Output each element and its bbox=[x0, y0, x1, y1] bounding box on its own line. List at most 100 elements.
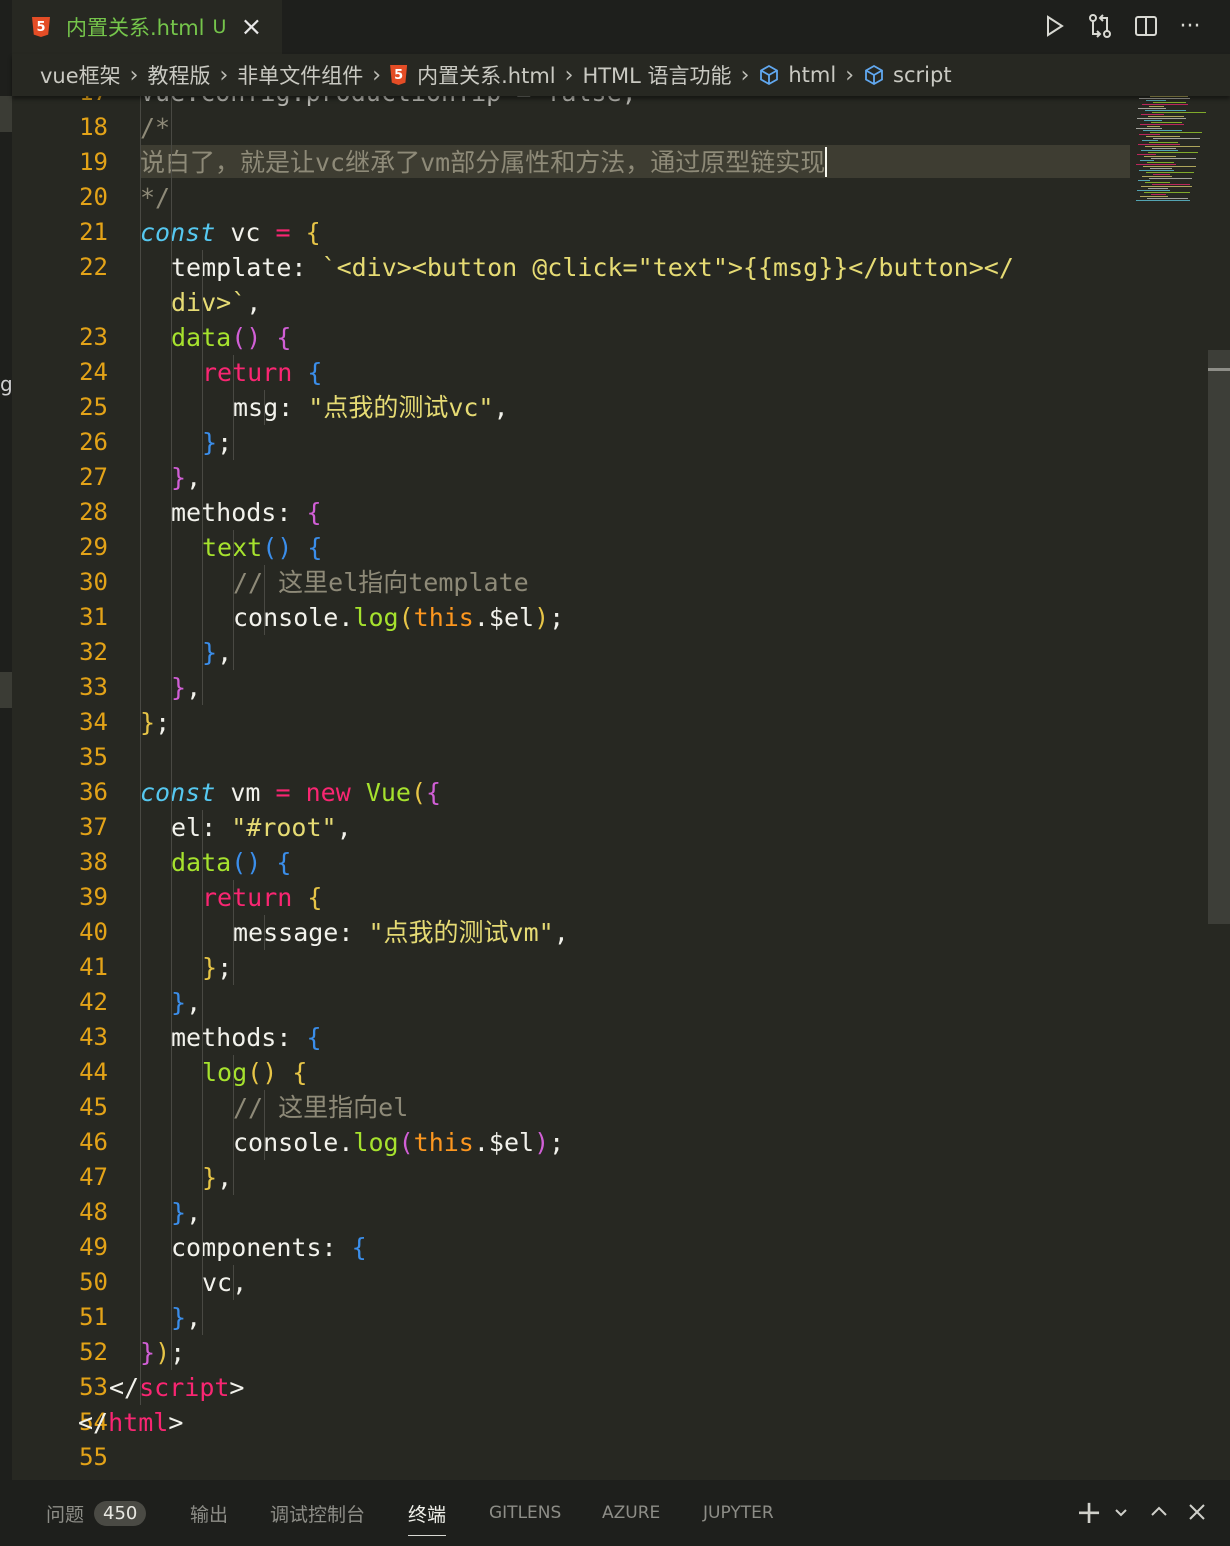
code-text: return { bbox=[202, 355, 322, 390]
breadcrumb-item[interactable]: 教程版 bbox=[147, 60, 210, 90]
code-line: 40 message: "点我的测试vm", bbox=[12, 915, 1208, 950]
html5-icon: 5 bbox=[390, 65, 408, 85]
activity-glyph: g bbox=[0, 372, 13, 396]
indent-guide bbox=[171, 1265, 172, 1300]
tab-gitlens[interactable]: GITLENS bbox=[489, 1480, 561, 1546]
code-token: () bbox=[231, 323, 262, 352]
indent-guide bbox=[140, 775, 141, 810]
indent-guide bbox=[233, 950, 234, 985]
minimap-line bbox=[1149, 106, 1164, 107]
code-line: 42}, bbox=[12, 985, 1208, 1020]
code-line: 18 /* bbox=[12, 110, 1208, 145]
code-text: msg: "点我的测试vc", bbox=[233, 390, 509, 425]
breadcrumb-item[interactable]: html bbox=[788, 63, 836, 87]
activity-highlight bbox=[0, 96, 12, 132]
line-number: 30 bbox=[79, 568, 108, 596]
line-number: 53 bbox=[79, 1373, 108, 1401]
run-icon[interactable] bbox=[1038, 10, 1070, 42]
code-line: 51}, bbox=[12, 1300, 1208, 1335]
breadcrumb-item[interactable]: 非单文件组件 bbox=[237, 60, 363, 90]
code-token: methods: bbox=[171, 498, 307, 527]
indent-guide bbox=[171, 810, 172, 845]
code-token: components: bbox=[171, 1233, 352, 1262]
indent-guide bbox=[202, 565, 203, 600]
minimap-line bbox=[1139, 170, 1174, 171]
chevron-right-icon: › bbox=[564, 62, 574, 88]
code-text: }, bbox=[171, 1195, 201, 1230]
close-icon[interactable]: × bbox=[240, 14, 262, 40]
scrollbar-thumb[interactable] bbox=[1208, 350, 1230, 924]
minimap-line bbox=[1142, 140, 1158, 141]
code-token: return bbox=[202, 883, 293, 912]
minimap-line bbox=[1137, 154, 1156, 155]
indent-guide bbox=[233, 1265, 234, 1300]
indent-guide bbox=[140, 390, 141, 425]
indent-guide bbox=[140, 215, 141, 250]
indent-guide bbox=[202, 1230, 203, 1265]
tab-problems[interactable]: 问题 450 bbox=[46, 1480, 147, 1546]
tab-jupyter[interactable]: JUPYTER bbox=[703, 1480, 774, 1546]
indent-guide bbox=[171, 145, 172, 180]
indent-guide bbox=[233, 425, 234, 460]
line-number: 37 bbox=[79, 813, 108, 841]
chevron-down-icon[interactable] bbox=[1106, 1497, 1136, 1527]
code-token: ( bbox=[398, 1128, 414, 1157]
minimap-line bbox=[1152, 148, 1176, 149]
close-panel-icon[interactable] bbox=[1182, 1497, 1212, 1527]
tab-azure[interactable]: AZURE bbox=[602, 1480, 660, 1546]
minimap-line bbox=[1147, 198, 1188, 199]
indent-guide bbox=[171, 740, 172, 775]
compare-changes-icon[interactable] bbox=[1084, 10, 1116, 42]
indent-guide bbox=[140, 180, 141, 215]
editor-tab[interactable]: 5 内置关系.html U × bbox=[12, 0, 282, 54]
code-token: const bbox=[140, 218, 216, 247]
line-number: 19 bbox=[79, 148, 108, 176]
breadcrumb-item[interactable]: 内置关系.html bbox=[417, 60, 556, 90]
indent-guide bbox=[202, 390, 203, 425]
breadcrumb-item[interactable]: HTML 语言功能 bbox=[582, 60, 731, 90]
tab-output[interactable]: 输出 bbox=[190, 1480, 228, 1546]
line-number: 28 bbox=[79, 498, 108, 526]
code-text: }, bbox=[202, 635, 232, 670]
code-line: 45 // 这里指向el bbox=[12, 1090, 1208, 1125]
maximize-panel-icon[interactable] bbox=[1144, 1497, 1174, 1527]
code-token: console. bbox=[233, 1128, 354, 1157]
code-token: { bbox=[306, 498, 322, 527]
breadcrumb-item[interactable]: script bbox=[893, 63, 952, 87]
code-line: 52}); bbox=[12, 1335, 1208, 1370]
code-token: const bbox=[140, 778, 216, 807]
minimap[interactable] bbox=[1136, 92, 1206, 212]
line-number: 23 bbox=[79, 323, 108, 351]
code-token: } bbox=[171, 988, 187, 1017]
more-actions-icon[interactable]: ··· bbox=[1174, 10, 1206, 42]
split-editor-icon[interactable] bbox=[1130, 10, 1162, 42]
code-token: { bbox=[306, 1023, 322, 1052]
code-line: 47}, bbox=[12, 1160, 1208, 1195]
code-token: </ bbox=[78, 1408, 109, 1437]
code-token: { bbox=[426, 778, 442, 807]
indent-guide bbox=[171, 635, 172, 670]
tab-terminal[interactable]: 终端 bbox=[408, 1480, 447, 1546]
minimap-line bbox=[1144, 120, 1162, 121]
add-terminal-icon[interactable]: + bbox=[1074, 1493, 1104, 1531]
line-number: 34 bbox=[79, 708, 108, 736]
indent-guide bbox=[264, 1125, 265, 1160]
line-number: 50 bbox=[79, 1268, 108, 1296]
problems-count-badge: 450 bbox=[94, 1500, 147, 1526]
minimap-line bbox=[1140, 160, 1154, 161]
code-line: 36 const vm = new Vue({ bbox=[12, 775, 1208, 810]
tab-bar: 5 内置关系.html U × ··· bbox=[12, 0, 1230, 54]
code-editor[interactable]: 17Vue.config.productionTip = false;18/*1… bbox=[12, 96, 1208, 1480]
code-token: } bbox=[202, 638, 218, 667]
minimap-line bbox=[1150, 96, 1188, 97]
minimap-line bbox=[1147, 126, 1160, 127]
tab-label: GITLENS bbox=[489, 1503, 562, 1523]
indent-guide bbox=[202, 600, 203, 635]
code-line: 19 说白了，就是让vc继承了vm部分属性和方法，通过原型链实现 bbox=[12, 145, 1208, 180]
code-token: , bbox=[186, 463, 202, 492]
tab-debug-console[interactable]: 调试控制台 bbox=[270, 1480, 365, 1546]
breadcrumb-item[interactable]: vue框架 bbox=[40, 60, 121, 90]
code-token: , bbox=[493, 393, 509, 422]
code-token: // 这里指向el bbox=[233, 1093, 409, 1122]
code-token: { bbox=[307, 533, 323, 562]
